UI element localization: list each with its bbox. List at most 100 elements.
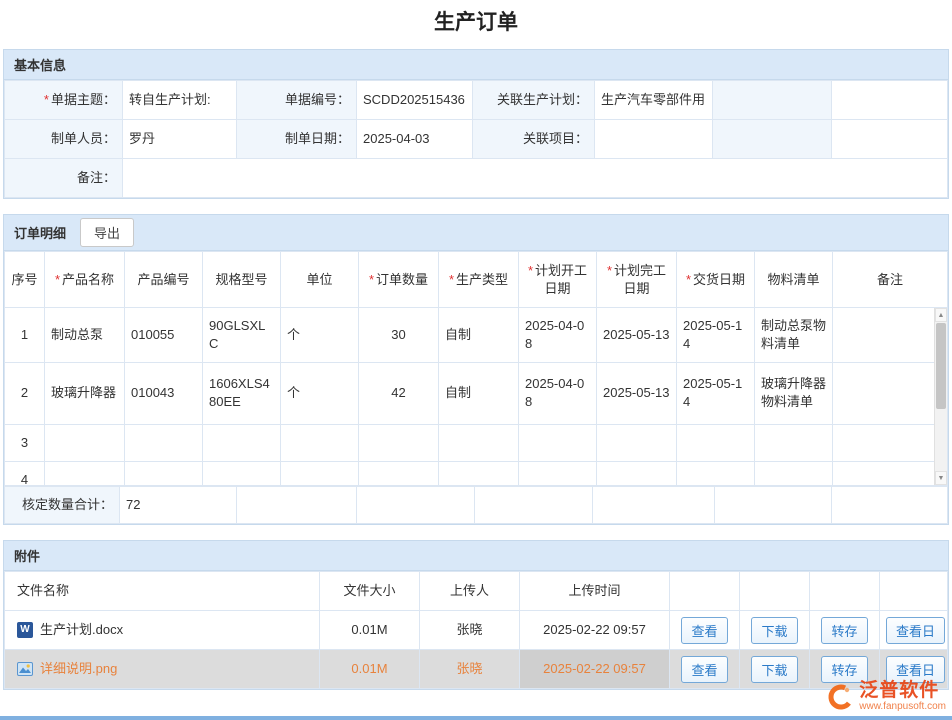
basic-info-table: *单据主题： 转自生产计划: 单据编号： SCDD202515436 关联生产计…: [4, 80, 948, 198]
scroll-up-icon[interactable]: ▲: [935, 308, 947, 322]
column-header-action: [810, 572, 880, 611]
cell-plan-finish: [597, 461, 677, 486]
scroll-down-icon[interactable]: ▼: [935, 471, 947, 485]
file-name-cell: 详细说明.png: [5, 650, 320, 689]
basic-info-row: 备注：: [5, 159, 948, 198]
cell-plan-start: [519, 424, 597, 461]
download-button[interactable]: 下载: [751, 617, 797, 644]
column-header-file-size: 文件大小: [320, 572, 420, 611]
uploader: 张晓: [420, 650, 520, 689]
kv-label: 制单日期：: [237, 120, 357, 159]
attachments-header: 附件: [4, 541, 948, 571]
footer-empty-cell: [593, 487, 715, 524]
kv-value: [595, 120, 713, 159]
cell-plan-start: 2025-04-08: [519, 308, 597, 362]
cell-spec: [203, 424, 281, 461]
view-button[interactable]: 查看: [681, 656, 727, 683]
vertical-scrollbar[interactable]: ▲ ▼: [934, 308, 947, 485]
column-header-prod-type: *生产类型: [439, 252, 519, 308]
column-header-plan-start: *计划开工日期: [519, 252, 597, 308]
cell-plan-finish: 2025-05-13: [597, 362, 677, 424]
file-name: 详细说明.png: [40, 660, 117, 678]
file-size: 0.01M: [320, 611, 420, 650]
column-header-qty: *订单数量: [359, 252, 439, 308]
kv-label: 备注：: [5, 159, 123, 198]
file-name-cell: W 生产计划.docx: [5, 611, 320, 650]
order-row: 2 玻璃升降器 010043 1606XLS480EE 个 42 自制 2025…: [5, 362, 948, 424]
kv-value: 2025-04-03: [357, 120, 473, 159]
watermark-url: www.fanpusoft.com: [859, 701, 946, 712]
export-button[interactable]: 导出: [80, 218, 134, 247]
basic-info-header: 基本信息: [4, 50, 948, 80]
transfer-button[interactable]: 转存: [821, 617, 867, 644]
attachment-row[interactable]: W 生产计划.docx 0.01M 张晓 2025-02-22 09:57 查看…: [5, 611, 948, 650]
cell-qty: [359, 424, 439, 461]
page-container: 生产订单 基本信息 *单据主题： 转自生产计划: 单据编号： SCDD20251…: [0, 6, 952, 690]
order-details-section: 订单明细 导出 序号 *产品名称 产品编号 规格型号 单位 *订单数量 *生产类…: [3, 214, 949, 525]
scrollbar-track[interactable]: [935, 322, 947, 471]
kv-label: 关联生产计划：: [473, 81, 595, 120]
required-marker: *: [528, 263, 533, 278]
kv-value: 生产汽车零部件用: [595, 81, 713, 120]
cell-product-name: 制动总泵: [45, 308, 125, 362]
column-header-bom: 物料清单: [755, 252, 833, 308]
basic-info-section: 基本信息 *单据主题： 转自生产计划: 单据编号： SCDD202515436 …: [3, 49, 949, 199]
file-size: 0.01M: [320, 650, 420, 689]
column-header-product-code: 产品编号: [125, 252, 203, 308]
file-name: 生产计划.docx: [40, 621, 123, 639]
kv-label-empty: [713, 81, 832, 120]
cell-remark: [833, 461, 948, 486]
cell-product-code: [125, 424, 203, 461]
cell-bom: 玻璃升降器物料清单: [755, 362, 833, 424]
cell-remark: [833, 362, 948, 424]
view-log-button[interactable]: 查看日: [886, 656, 945, 683]
word-file-icon: W: [17, 622, 33, 638]
attachments-section: 附件 文件名称 文件大小 上传人 上传时间 W 生: [3, 540, 949, 690]
footer-empty-cell: [237, 487, 357, 524]
column-header-file-name: 文件名称: [5, 572, 320, 611]
cell-product-name: 玻璃升降器: [45, 362, 125, 424]
cell-prod-type: [439, 461, 519, 486]
cell-plan-start: [519, 461, 597, 486]
image-file-icon: [17, 661, 33, 677]
cell-plan-finish: 2025-05-13: [597, 308, 677, 362]
column-header-action: [880, 572, 948, 611]
cell-prod-type: [439, 424, 519, 461]
upload-time: 2025-02-22 09:57: [520, 650, 670, 689]
kv-value: 罗丹: [123, 120, 237, 159]
column-header-remark: 备注: [833, 252, 948, 308]
cell-prod-type: 自制: [439, 308, 519, 362]
cell-prod-type: 自制: [439, 362, 519, 424]
cell-spec: 90GLSXLC: [203, 308, 281, 362]
order-footer-table: 核定数量合计： 72: [4, 486, 948, 524]
cell-qty: 42: [359, 362, 439, 424]
cell-bom: 制动总泵物料清单: [755, 308, 833, 362]
order-header-row: 序号 *产品名称 产品编号 规格型号 单位 *订单数量 *生产类型 *计划开工日…: [5, 252, 948, 308]
attachments-table: 文件名称 文件大小 上传人 上传时间 W 生产计划.docx 0.01M 张晓: [4, 571, 948, 689]
order-details-title: 订单明细: [14, 223, 66, 242]
kv-label: 单据编号：: [237, 81, 357, 120]
column-header-delivery-date: *交货日期: [677, 252, 755, 308]
page-title: 生产订单: [3, 6, 949, 36]
scrollbar-thumb[interactable]: [936, 323, 946, 409]
cell-bom: [755, 461, 833, 486]
kv-value: 转自生产计划:: [123, 81, 237, 120]
cell-plan-finish: [597, 424, 677, 461]
column-header-seq: 序号: [5, 252, 45, 308]
total-qty-value: 72: [120, 487, 237, 524]
view-log-button[interactable]: 查看日: [886, 617, 945, 644]
cell-delivery-date: [677, 461, 755, 486]
download-button[interactable]: 下载: [751, 656, 797, 683]
attachment-row-selected[interactable]: 详细说明.png 0.01M 张晓 2025-02-22 09:57 查看 下载…: [5, 650, 948, 689]
uploader: 张晓: [420, 611, 520, 650]
transfer-button[interactable]: 转存: [821, 656, 867, 683]
attachments-header-row: 文件名称 文件大小 上传人 上传时间: [5, 572, 948, 611]
column-header-action: [670, 572, 740, 611]
kv-value: SCDD202515436: [357, 81, 473, 120]
attachments-title: 附件: [14, 546, 40, 565]
cell-delivery-date: 2025-05-14: [677, 362, 755, 424]
view-button[interactable]: 查看: [681, 617, 727, 644]
cell-unit: [281, 461, 359, 486]
footer-empty-cell: [357, 487, 475, 524]
cell-product-name: [45, 424, 125, 461]
